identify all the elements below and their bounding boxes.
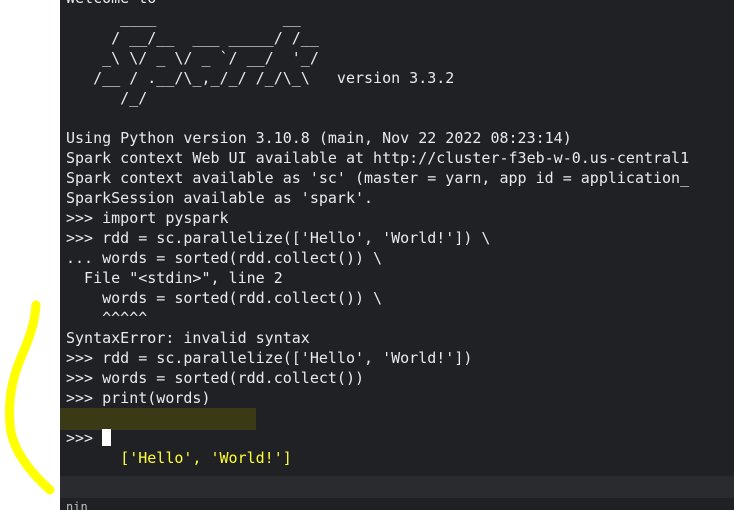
text-cursor	[102, 429, 112, 446]
terminal-line: >>> rdd = sc.parallelize(['Hello', 'Worl…	[66, 349, 473, 367]
terminal-bottom-bar	[60, 476, 734, 498]
terminal-line: /_/	[66, 89, 148, 107]
terminal-line: Spark context Web UI available at http:/…	[66, 149, 690, 167]
footer-text: nin	[66, 500, 88, 510]
terminal-line: SyntaxError: invalid syntax	[66, 329, 310, 347]
terminal-line: >>> rdd = sc.parallelize(['Hello', 'Worl…	[66, 229, 491, 247]
terminal-output: Welcome to ____ __ / __/__ ___ _____/ /_…	[60, 0, 690, 467]
hand-drawn-bracket-annotation	[5, 300, 55, 495]
page-footer-strip: nin	[60, 498, 734, 510]
highlight-marker	[60, 408, 256, 430]
print-output: ['Hello', 'World!']	[120, 449, 292, 467]
terminal-line: / __/__ ___ _____/ /__	[66, 29, 319, 47]
terminal-line: ____ __	[66, 9, 301, 27]
terminal-line: >>> import pyspark	[66, 209, 229, 227]
prompt-line[interactable]: >>>	[66, 428, 689, 448]
terminal-line: Spark context available as 'sc' (master …	[66, 169, 690, 187]
terminal-line: ^^^^^	[66, 309, 148, 327]
terminal-line: Welcome to	[66, 0, 689, 8]
terminal-line: >>> words = sorted(rdd.collect())	[66, 369, 365, 387]
terminal-line: File "<stdin>", line 2	[66, 269, 283, 287]
terminal-line: ... words = sorted(rdd.collect()) \	[66, 249, 383, 267]
terminal-line: >>> print(words)	[66, 389, 211, 407]
terminal-line: _\ \/ _ \/ _ `/ __/ '_/	[66, 49, 319, 67]
terminal-line: SparkSession available as 'spark'.	[66, 189, 374, 207]
highlighted-output-line: ['Hello', 'World!']	[60, 408, 689, 467]
terminal-window[interactable]: Welcome to ____ __ / __/__ ___ _____/ /_…	[60, 0, 734, 476]
terminal-line: /__ / .__/\_,_/_/ /_/\_\ version 3.3.2	[66, 69, 455, 87]
terminal-line: words = sorted(rdd.collect()) \	[66, 289, 383, 307]
terminal-line: Using Python version 3.10.8 (main, Nov 2…	[66, 129, 572, 147]
